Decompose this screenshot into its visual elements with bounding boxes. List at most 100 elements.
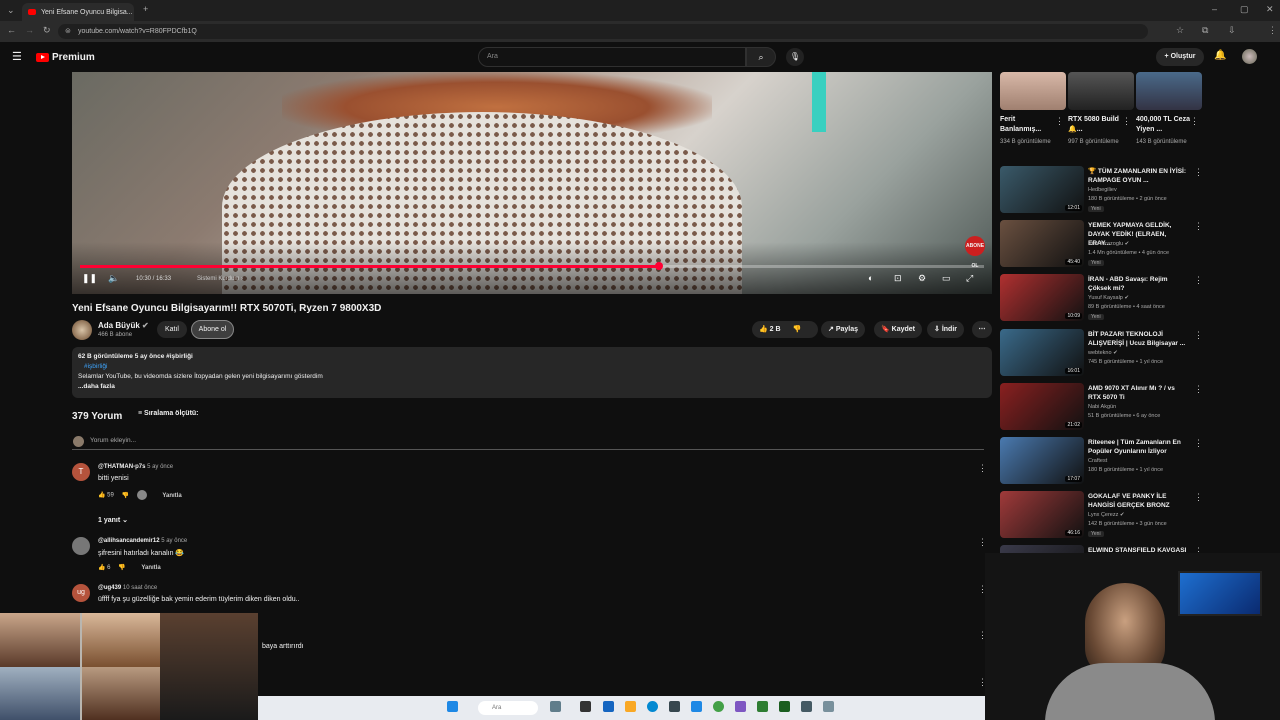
windows-icon[interactable] (447, 701, 458, 712)
url-bar[interactable]: ⊜ youtube.com/watch?v=R80FPDCfb1Q (58, 24, 1148, 39)
more-actions-button[interactable]: ⋯ (972, 321, 992, 338)
forward-icon[interactable]: → (25, 25, 34, 35)
dislike-icon[interactable]: 👎 (122, 493, 129, 499)
video-title-link[interactable]: BİT PAZARI TEKNOLOJİ ALIŞVERİŞİ | Ucuz B… (1088, 330, 1188, 348)
short-title[interactable]: RTX 5080 Build 🔔... (1068, 115, 1124, 135)
maximize-icon[interactable]: ▢ (1240, 4, 1249, 15)
taskbar-search[interactable]: Ara (478, 701, 538, 715)
video-more-icon[interactable]: ⋮ (1194, 492, 1203, 503)
store-icon[interactable] (603, 701, 614, 712)
settings-icon[interactable]: ⚙ (918, 273, 926, 284)
discord-icon[interactable] (735, 701, 746, 712)
video-more-icon[interactable]: ⋮ (1194, 167, 1203, 178)
dislike-icon[interactable]: 👎 (118, 565, 125, 571)
video-more-icon[interactable]: ⋮ (1194, 438, 1203, 449)
like-icon[interactable]: 👍 (98, 565, 105, 571)
video-channel[interactable]: Enis Kirazoglu ✔ (1088, 241, 1129, 247)
comment-more-icon[interactable]: ⋮ (978, 463, 987, 474)
progress-scrubber[interactable] (654, 262, 663, 270)
video-title-link[interactable]: 🏆 TÜM ZAMANLARIN EN İYİSİ: RAMPAGE OYUN … (1088, 167, 1188, 185)
show-more-link[interactable]: ...daha fazla (78, 382, 986, 392)
video-more-icon[interactable]: ⋮ (1194, 330, 1203, 341)
notifications-bell-icon[interactable]: 🔔 (1214, 50, 1226, 61)
subtitles-icon[interactable]: ⊡ (894, 273, 902, 284)
save-button[interactable]: 🔖 Kaydet (874, 321, 923, 338)
short-title[interactable]: 400,000 TL Ceza Yiyen ... (1136, 115, 1192, 135)
like-dislike-button[interactable]: 👍 2 B 👎 (752, 321, 818, 338)
xbox-icon[interactable] (757, 701, 768, 712)
video-title-link[interactable]: AMD 9070 XT Alınır Mı ? / vs RTX 5070 Ti (1088, 384, 1188, 402)
voice-search-button[interactable]: 🎙 (786, 48, 804, 66)
add-comment-field[interactable] (72, 436, 984, 450)
video-more-icon[interactable]: ⋮ (1194, 221, 1203, 232)
miniplayer-icon[interactable]: ▭ (942, 273, 951, 284)
settings-icon[interactable] (823, 701, 834, 712)
comment-author[interactable]: @THATMAN-p7s 5 ay önce (98, 464, 173, 470)
video-thumbnail[interactable]: 16:01 (1000, 329, 1084, 376)
video-channel[interactable]: webtekno ✔ (1088, 350, 1118, 356)
reload-icon[interactable]: ↻ (43, 25, 51, 36)
video-thumbnail[interactable]: 45:40 (1000, 220, 1084, 267)
edge-icon[interactable] (647, 701, 658, 712)
comment-author[interactable]: @allihsancandemir12 5 ay önce (98, 538, 187, 544)
short-more-icon[interactable]: ⋮ (1122, 116, 1131, 127)
like-icon[interactable]: 👍 (98, 493, 105, 499)
subscribe-watermark[interactable]: ABONE OL (965, 236, 985, 269)
video-thumbnail[interactable]: 12:01 (1000, 166, 1084, 213)
comment-author[interactable]: @ug439 10 saat önce (98, 585, 157, 591)
site-info-icon[interactable]: ⊜ (65, 24, 71, 39)
video-channel[interactable]: Yusuf Kaysalp ✔ (1088, 295, 1129, 301)
progress-bar[interactable] (80, 262, 984, 270)
short-thumbnail[interactable] (1136, 72, 1202, 110)
mail-icon[interactable] (691, 701, 702, 712)
video-channel[interactable]: Lynx Çerezz ✔ (1088, 512, 1125, 518)
tab-search-icon[interactable]: ⌄ (7, 5, 15, 16)
close-window-icon[interactable]: ✕ (1266, 4, 1274, 15)
share-button[interactable]: ↗ Paylaş (821, 321, 866, 338)
widgets-icon[interactable] (580, 701, 591, 712)
video-player[interactable]: ABONE OL ❚❚ 🔈 10:30 / 16:33 Sistemi Kurd… (72, 72, 992, 294)
video-more-icon[interactable]: ⋮ (1194, 384, 1203, 395)
short-more-icon[interactable]: ⋮ (1190, 116, 1199, 127)
reply-button[interactable]: Yanıtla (162, 493, 181, 499)
video-thumbnail[interactable]: 21:02 (1000, 383, 1084, 430)
video-thumbnail[interactable]: 10:09 (1000, 274, 1084, 321)
comment-avatar[interactable]: ug (72, 584, 90, 602)
video-channel[interactable]: Nabi Akgün (1088, 404, 1116, 410)
pause-icon[interactable]: ❚❚ (82, 273, 97, 284)
reply-button[interactable]: Yanıtla (141, 565, 160, 571)
replies-toggle[interactable]: 1 yanıt ⌄ (98, 516, 128, 524)
calculator-icon[interactable] (669, 701, 680, 712)
new-tab-icon[interactable]: + (143, 4, 148, 14)
description-box[interactable]: 62 B görüntüleme 5 ay önce #işbirliği #i… (72, 347, 992, 398)
video-more-icon[interactable]: ⋮ (1194, 275, 1203, 286)
hamburger-menu-icon[interactable]: ☰ (12, 50, 22, 63)
spotify-icon[interactable] (779, 701, 790, 712)
video-thumbnail[interactable]: 46:16 (1000, 491, 1084, 538)
back-icon[interactable]: ← (7, 25, 16, 35)
short-thumbnail[interactable] (1000, 72, 1066, 110)
channel-avatar[interactable] (72, 320, 92, 340)
account-avatar[interactable] (1242, 49, 1257, 64)
downloads-icon[interactable]: ⇩ (1228, 25, 1236, 36)
video-thumbnail[interactable]: 17:07 (1000, 437, 1084, 484)
channel-name[interactable]: Ada Büyük ✔ (98, 321, 149, 330)
short-title[interactable]: Ferit Banlanmış... (1000, 115, 1056, 135)
comment-avatar[interactable] (72, 537, 90, 555)
comment-more-icon[interactable]: ⋮ (978, 537, 987, 548)
search-input[interactable]: Ara (478, 47, 746, 67)
sort-button[interactable]: ≡ Sıralama ölçütü: (138, 410, 199, 417)
short-more-icon[interactable]: ⋮ (1055, 116, 1064, 127)
fullscreen-icon[interactable]: ⤢ (966, 273, 973, 284)
star-icon[interactable]: ☆ (1176, 25, 1184, 36)
video-title-link[interactable]: Riteenee | Tüm Zamanların En Popüler Oyu… (1088, 438, 1188, 456)
file-explorer-icon[interactable] (625, 701, 636, 712)
search-button[interactable]: ⌕ (746, 47, 776, 67)
obs-icon[interactable] (801, 701, 812, 712)
minimize-icon[interactable]: – (1212, 4, 1217, 14)
download-button[interactable]: ⇩ İndir (927, 321, 964, 338)
video-title-link[interactable]: İRAN - ABD Savaşı: Rejim Çöksek mi? (1088, 275, 1188, 293)
join-button[interactable]: Katıl (157, 321, 187, 338)
task-view-icon[interactable] (550, 701, 561, 712)
autoplay-toggle[interactable]: ◐ (868, 273, 873, 283)
